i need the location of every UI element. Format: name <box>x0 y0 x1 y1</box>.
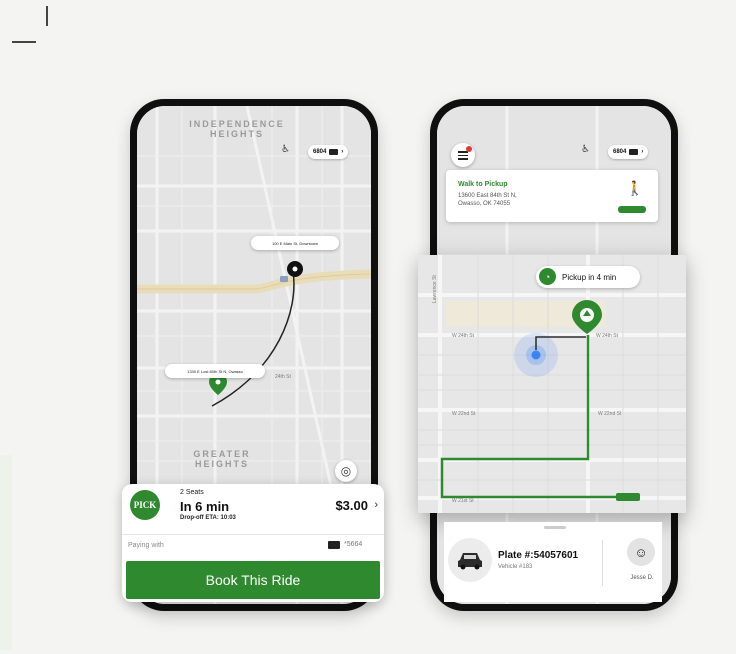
paying-with-label: Paying with <box>128 542 164 549</box>
street-label: W 22nd St <box>452 411 476 417</box>
left-edge-strip <box>0 455 12 650</box>
notification-dot <box>466 146 472 152</box>
route-map[interactable] <box>418 255 686 513</box>
vehicle-label: Vehicle #183 <box>498 564 533 570</box>
pickup-eta-bubble: ◔ Pickup in 4 min <box>536 266 640 288</box>
booking-card: PICK 2 Seats In 6 min Drop-off ETA: 10:0… <box>122 484 384 602</box>
sheet-divider <box>602 540 603 586</box>
clock-icon: ◔ <box>539 268 556 285</box>
card-icon <box>329 149 339 155</box>
street-label: Lawrence St <box>432 275 438 303</box>
pick-logo: PICK <box>130 490 160 520</box>
walk-to-pickup-card[interactable]: Walk to Pickup 13600 East 84th St N, Owa… <box>446 170 658 222</box>
chevron-right-icon[interactable]: › <box>374 499 378 511</box>
dropoff-address-bubble[interactable]: 100 E Main St, Downtown <box>251 236 339 250</box>
payment-card-icon[interactable] <box>328 541 340 549</box>
status-chip[interactable]: 6804 › <box>308 145 349 159</box>
user-location-dot <box>531 350 541 360</box>
area-label-top: INDEPENDENCE HEIGHTS <box>189 119 285 139</box>
corner-mark-vertical <box>46 6 48 26</box>
status-chip-label: 6804 <box>613 149 627 155</box>
driver-icon[interactable]: ☺ <box>627 538 655 566</box>
driver-name: Jesse D. <box>630 575 654 581</box>
card-last4[interactable]: *5664 <box>344 541 362 548</box>
menu-icon[interactable] <box>451 143 475 167</box>
car-icon <box>448 538 492 582</box>
street-label: W 24th St <box>596 333 618 339</box>
walk-distance-pill <box>618 206 646 213</box>
street-label: W 22nd St <box>598 411 622 417</box>
pickup-address-bubble[interactable]: 1330 E Lost 80th St N, Owasso <box>165 364 265 378</box>
chevron-right-icon: › <box>341 149 344 155</box>
wheelchair-icon[interactable]: ♿ <box>581 144 590 155</box>
pickup-eta-label: Pickup in 4 min <box>562 272 617 282</box>
status-chip[interactable]: 6804 › <box>608 145 649 159</box>
locate-icon[interactable]: ◎ <box>335 460 357 482</box>
wheelchair-icon[interactable]: ♿ <box>281 144 290 155</box>
dropoff-eta-label: Drop-off ETA: 10:03 <box>180 515 236 521</box>
street-label: W 24th St <box>452 333 474 339</box>
walk-address: 13600 East 84th St N, Owasso, OK 74055 <box>458 193 517 207</box>
area-label-bottom: GREATER HEIGHTS <box>193 449 251 469</box>
card-divider <box>122 534 384 535</box>
sheet-handle[interactable] <box>544 526 566 529</box>
eta-label: In 6 min <box>180 499 230 514</box>
street-label: 24th St <box>275 374 291 380</box>
price-label[interactable]: $3.00 <box>335 498 368 513</box>
card-icon <box>629 149 639 155</box>
seats-label: 2 Seats <box>180 489 204 496</box>
chevron-right-icon: › <box>641 149 644 155</box>
book-ride-button[interactable]: Book This Ride <box>126 561 380 599</box>
walk-icon: 🚶 <box>626 180 644 196</box>
corner-mark-horizontal <box>12 41 36 43</box>
street-label: W 21st St <box>452 498 474 504</box>
plate-label: Plate #:54057601 <box>498 550 579 561</box>
car-marker <box>616 493 640 501</box>
status-chip-label: 6804 <box>313 149 327 155</box>
route-map-panel[interactable]: ◔ Pickup in 4 min W 24th St W 24th St W … <box>418 255 686 513</box>
walk-title: Walk to Pickup <box>458 181 508 188</box>
driver-sheet[interactable]: Plate #:54057601 Vehicle #183 ☺ Jesse D. <box>444 522 662 602</box>
